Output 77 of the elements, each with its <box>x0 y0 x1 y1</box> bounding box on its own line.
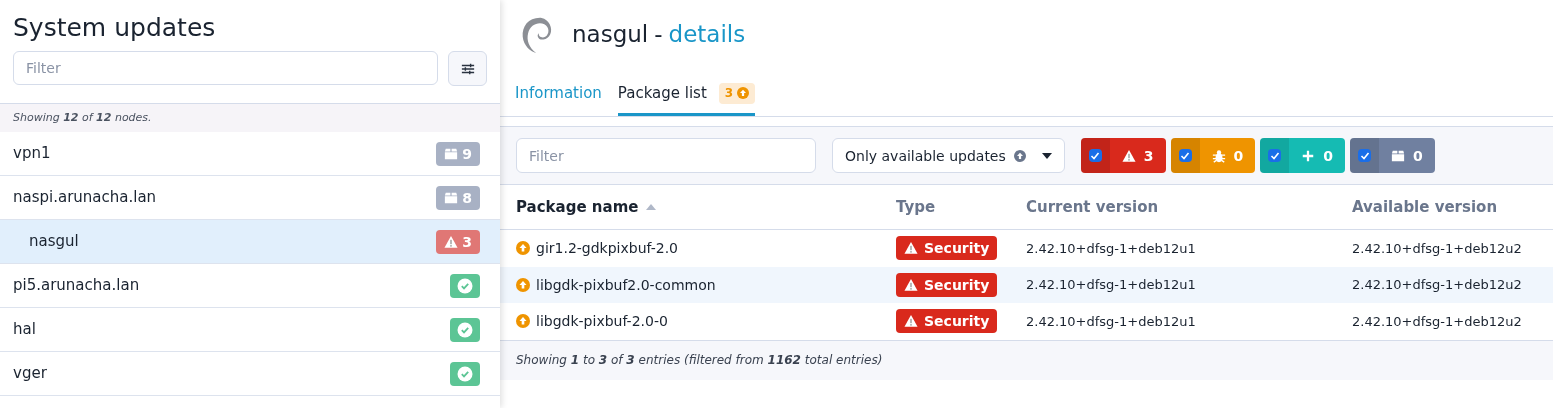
warning-icon <box>444 234 459 249</box>
current-version: 2.42.10+dfsg-1+deb12u1 <box>1026 313 1196 329</box>
package-name: libgdk-pixbuf2.0-common <box>536 275 716 295</box>
title-separator: - <box>654 20 663 50</box>
warning-icon <box>904 277 918 292</box>
check-icon <box>457 321 473 338</box>
tick-icon <box>1359 150 1370 161</box>
box-icon <box>444 190 459 205</box>
node-item[interactable]: vpn1 9 <box>0 132 500 176</box>
check-icon <box>457 277 473 294</box>
security-count-badge: 3 <box>436 229 480 254</box>
upgrade-icon <box>1013 149 1026 162</box>
column-header[interactable]: Current version <box>1026 195 1159 219</box>
upgrade-icon <box>737 87 750 99</box>
node-name: vpn1 <box>12 143 51 165</box>
type-toggle[interactable]: 3 <box>1080 138 1166 173</box>
node-name: nasgul <box>28 231 79 253</box>
security-badge: Security <box>896 272 998 297</box>
node-name: pi5.arunacha.lan <box>12 275 140 297</box>
node-name: vger <box>12 363 47 385</box>
update-filter-dropdown[interactable]: Only available updates <box>832 138 1065 173</box>
toggle-checkbox[interactable] <box>1358 149 1372 162</box>
summary-text: Showing 12 of 12 nodes. <box>13 109 152 126</box>
available-version: 2.42.10+dfsg-1+deb12u2 <box>1352 240 1522 256</box>
box-icon <box>1391 148 1406 163</box>
check-icon <box>457 365 473 382</box>
toggle-checkbox[interactable] <box>1088 149 1102 162</box>
tab[interactable]: Package list 3 <box>617 73 756 116</box>
page-title: System updates <box>13 12 217 44</box>
upgrade-icon <box>516 241 530 256</box>
package-filter-field[interactable]: Filter <box>516 138 816 173</box>
node-item[interactable]: nasgul 3 <box>0 220 500 264</box>
details-subtitle: details <box>668 20 746 50</box>
toggle-count: 0 <box>1233 146 1244 166</box>
security-badge: Security <box>896 309 998 334</box>
update-count-badge: 3 <box>718 82 756 104</box>
package-name: libgdk-pixbuf-2.0-0 <box>536 312 668 332</box>
node-item[interactable]: hal <box>0 308 500 352</box>
toggle-count: 0 <box>1413 146 1423 166</box>
current-version: 2.42.10+dfsg-1+deb12u1 <box>1026 240 1196 256</box>
security-badge: Security <box>896 236 998 261</box>
bug-icon <box>1211 148 1226 163</box>
column-header[interactable]: Type <box>896 195 936 219</box>
current-version: 2.42.10+dfsg-1+deb12u1 <box>1026 277 1196 293</box>
box-icon <box>444 146 459 161</box>
upgrade-icon <box>516 277 530 292</box>
toggle-count: 3 <box>1143 146 1154 166</box>
tick-icon <box>1090 150 1101 161</box>
sliders-icon <box>460 61 475 76</box>
node-name: naspi.arunacha.lan <box>12 187 157 209</box>
node-name: hal <box>12 319 36 341</box>
tick-icon <box>1180 150 1191 161</box>
column-header[interactable]: Available version <box>1352 195 1498 219</box>
caret-icon <box>1041 152 1052 159</box>
toggle-checkbox[interactable] <box>1268 149 1282 162</box>
table-footer-text: Showing 1 to 3 of 3 entries (filtered from 1162 total entries) <box>516 352 883 369</box>
type-toggle[interactable]: 0 <box>1350 138 1435 173</box>
warning-icon <box>904 314 918 329</box>
node-item[interactable]: vger <box>0 352 500 396</box>
node-item[interactable]: pi5.arunacha.lan <box>0 264 500 308</box>
host-name: nasgul <box>572 20 649 50</box>
available-version: 2.42.10+dfsg-1+deb12u2 <box>1352 313 1522 329</box>
update-count-badge: 8 <box>436 185 480 210</box>
filter-field[interactable]: Filter <box>13 51 438 85</box>
package-name: gir1.2-gdkpixbuf-2.0 <box>536 239 679 259</box>
available-version: 2.42.10+dfsg-1+deb12u2 <box>1352 277 1522 293</box>
plus-icon <box>1301 148 1316 163</box>
upgrade-icon <box>516 314 530 329</box>
node-item[interactable]: naspi.arunacha.lan 8 <box>0 176 500 220</box>
update-count-badge: 9 <box>436 141 480 166</box>
warning-icon <box>904 241 918 256</box>
settings-button[interactable] <box>448 51 487 86</box>
column-header[interactable]: Package name <box>516 195 639 219</box>
toggle-count: 0 <box>1323 146 1334 166</box>
toggle-checkbox[interactable] <box>1178 149 1192 162</box>
tick-icon <box>1269 150 1280 161</box>
warning-icon <box>1121 148 1136 163</box>
